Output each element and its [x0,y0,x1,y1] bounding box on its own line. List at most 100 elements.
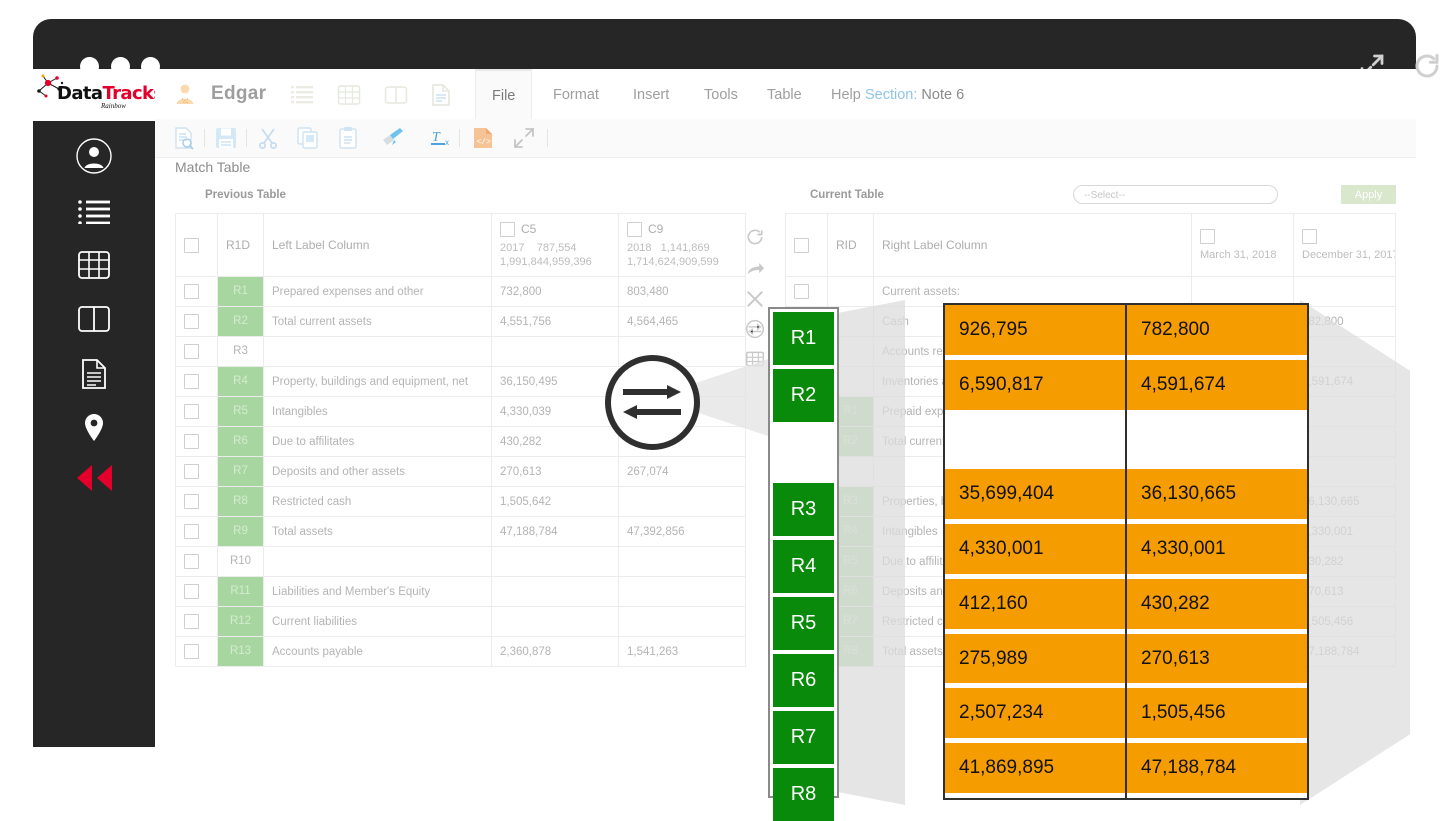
row-checkbox[interactable] [184,374,199,389]
row-rid-cell: R10 [217,546,264,577]
tab-file[interactable]: File [475,69,533,119]
row-checkbox[interactable] [184,434,199,449]
sidebar-item-list[interactable] [33,184,155,238]
row-checkbox[interactable] [184,614,199,629]
left-sidebar: DataTracks Rainbow [33,69,164,747]
header-icon-document[interactable] [429,83,453,107]
col-march-checkbox[interactable] [1200,229,1215,245]
col-c5-checkbox[interactable] [500,222,515,238]
save-floppy-icon[interactable] [214,126,238,150]
reload-icon[interactable] [1412,51,1442,81]
col-c9-header: C9 2018 1,141,869 1,714,624,909,599 [618,213,746,277]
sidebar-item-profile[interactable] [33,129,155,183]
label-header: Left Label Column [263,213,492,277]
row-select-cell [175,576,218,607]
rid-box[interactable]: R3 [773,483,834,536]
rid-box[interactable]: R6 [773,654,834,707]
row-checkbox[interactable] [184,284,199,299]
row-value-c9: 803,480 [618,276,746,307]
row-label-cell: Total assets [263,516,492,547]
tab-tools[interactable]: Tools [688,69,754,119]
sidebar-item-table[interactable] [33,238,155,292]
row-select-cell [175,276,218,307]
select-all-header [785,213,828,277]
orange-cell: 782,800 [1127,305,1307,355]
row-value-c5: 1,505,642 [491,486,619,517]
refresh-icon[interactable] [745,227,765,247]
orange-cell: 47,188,784 [1127,743,1307,794]
rid-box[interactable]: R4 [773,540,834,593]
formatting-toolbar: T x </> [155,119,1416,158]
row-label-cell: Total current assets [263,306,492,337]
sidebar-item-collapse[interactable] [33,451,155,505]
menu-bar: Edgar File Format Insert Tools Table Hel… [155,69,1416,120]
orange-cell: 926,795 [945,305,1125,355]
fullscreen-icon[interactable] [512,126,536,150]
select-dropdown[interactable]: --Select-- [1073,185,1278,204]
col-december-checkbox[interactable] [1302,229,1317,245]
format-brush-icon[interactable] [381,126,405,150]
table-row: R7 Deposits and other assets 270,613 267,07… [175,456,746,487]
row-checkbox[interactable] [184,404,199,419]
rid-box[interactable]: R8 [773,768,834,821]
row-value-c9 [618,486,746,517]
two-way-arrows-icon [623,385,681,419]
row-checkbox[interactable] [184,464,199,479]
rid-box-blank[interactable] [773,426,834,479]
row-checkbox[interactable] [184,344,199,359]
rid-header: RID [827,213,874,277]
sidebar-item-location[interactable] [33,401,155,455]
row-label-cell: Property, buildings and equipment, net [263,366,492,397]
rid-chip [829,278,873,306]
row-checkbox[interactable] [184,584,199,599]
row-checkbox[interactable] [184,554,199,569]
header-icon-list[interactable] [290,83,314,107]
close-x-icon[interactable] [745,289,765,309]
tab-format[interactable]: Format [537,69,615,119]
sidebar-item-document[interactable] [33,347,155,401]
row-checkbox[interactable] [184,644,199,659]
green-rid-callout: R1 R2 R3 R4 R5 R6 R7 R8 [768,307,839,821]
row-value-c9: 4,564,465 [618,306,746,337]
table-header-row: R1D Left Label Column C5 2017 787,554 1,… [175,213,746,277]
row-checkbox[interactable] [794,284,809,299]
rid-box[interactable]: R7 [773,711,834,764]
row-select-cell [175,456,218,487]
scissors-cut-icon[interactable] [256,126,280,150]
row-checkbox[interactable] [184,314,199,329]
brand-logo[interactable]: DataTracks Rainbow [33,69,164,121]
row-rid-cell: R9 [217,516,264,547]
row-value-c5: 2,360,878 [491,636,619,667]
paste-clipboard-icon[interactable] [337,126,361,150]
clear-formatting-icon[interactable]: T x [429,126,453,150]
col-c9-checkbox[interactable] [627,222,642,238]
tab-table[interactable]: Table [751,69,818,119]
rid-box[interactable]: R5 [773,597,834,650]
header-icon-split[interactable] [384,83,408,107]
row-value-c5 [491,336,619,367]
tab-insert[interactable]: Insert [617,69,685,119]
apply-button[interactable]: Apply [1341,185,1396,204]
row-label-cell: Deposits and other assets [263,456,492,487]
orange-column-1: 926,795 6,590,817 35,699,404 4,330,001 412,1… [945,305,1127,798]
svg-text:</>: </> [477,138,492,147]
select-all-checkbox[interactable] [794,237,809,253]
orange-cell-blank [1127,414,1307,465]
row-rid-cell: R2 [217,306,264,337]
row-value-c9 [618,546,746,577]
sidebar-item-split[interactable] [33,292,155,346]
rid-box[interactable]: R1 [773,312,834,365]
header-icon-table[interactable] [337,83,361,107]
swap-arrows-icon[interactable] [745,319,765,339]
row-rid-cell: R13 [217,636,264,667]
row-rid-cell: R4 [217,366,264,397]
preview-document-icon[interactable] [172,126,196,150]
source-code-icon[interactable]: </> [471,126,495,150]
select-all-checkbox[interactable] [184,237,199,253]
copy-icon[interactable] [296,126,320,150]
row-rid-cell: R11 [217,576,264,607]
row-checkbox[interactable] [184,494,199,509]
row-checkbox[interactable] [184,524,199,539]
rid-box[interactable]: R2 [773,369,834,422]
arrow-forward-icon[interactable] [745,259,765,279]
